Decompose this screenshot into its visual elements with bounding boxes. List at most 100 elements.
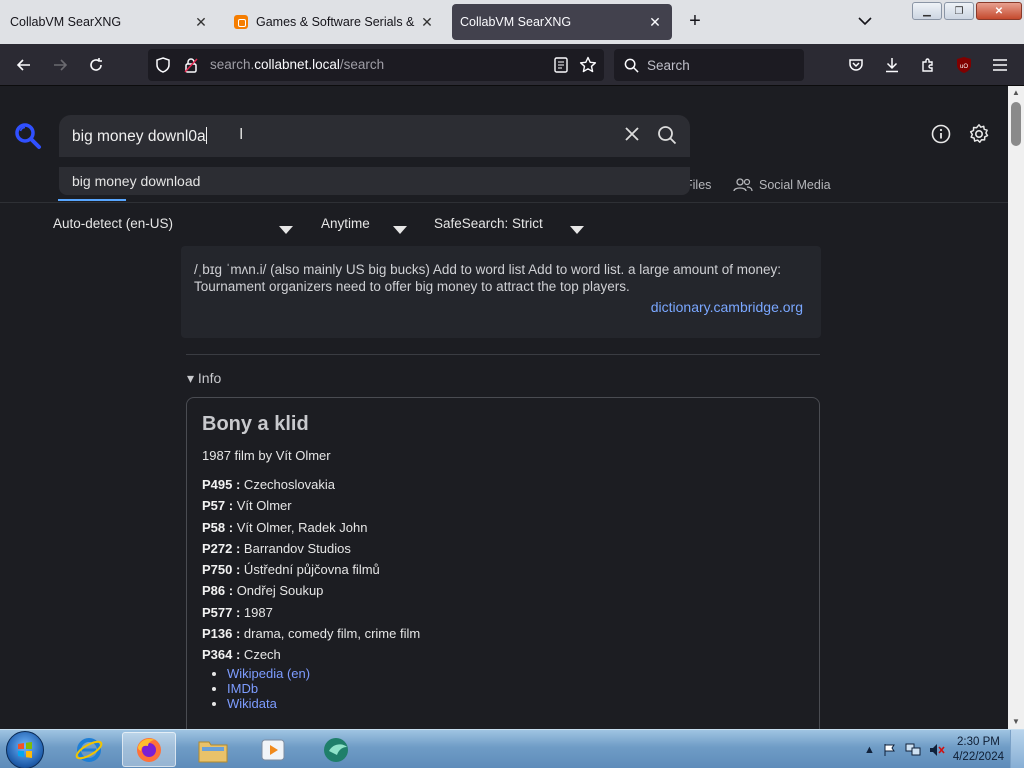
list-all-tabs-button[interactable]	[855, 10, 875, 32]
tracking-protection-shield-icon[interactable]	[154, 56, 172, 74]
infobox-attributes: P495 : Czechoslovakia P57 : Vít Olmer P5…	[202, 474, 802, 666]
ublock-origin-button[interactable]: uO	[952, 53, 976, 77]
query-text[interactable]: big money downl0a	[72, 127, 207, 146]
answer-box: /ˌbɪɡ ˈmʌn.i/ (also mainly US big bucks)…	[181, 246, 821, 338]
start-button[interactable]	[6, 731, 44, 768]
preferences-button[interactable]	[968, 123, 990, 145]
arrow-left-icon	[16, 59, 30, 71]
attribute-row: P750 : Ústřední půjčovna filmů	[202, 559, 802, 580]
search-icon	[624, 58, 639, 73]
dropdown-arrow-icon	[570, 226, 584, 234]
safesearch-value: SafeSearch: Strict	[434, 216, 543, 231]
attribute-row: P272 : Barrandov Studios	[202, 538, 802, 559]
clear-search-button[interactable]	[625, 125, 639, 146]
bookmark-star-icon[interactable]	[579, 56, 597, 74]
wikidata-link[interactable]: Wikidata	[227, 696, 277, 711]
info-icon	[931, 124, 951, 144]
volume-muted-icon[interactable]	[929, 743, 945, 757]
url-bar[interactable]: search.collabnet.local/search	[148, 49, 604, 81]
active-category-underline	[58, 199, 126, 201]
restore-button[interactable]: ❐	[944, 2, 974, 20]
forward-button[interactable]	[48, 53, 72, 77]
attribute-key: P58 :	[202, 519, 234, 535]
search-placeholder: Search	[647, 57, 690, 73]
time-range-value: Anytime	[321, 216, 370, 231]
infobox-toggle[interactable]: ▾ Info	[187, 370, 221, 387]
svg-text:uO: uO	[960, 64, 968, 70]
infobox-link-item: Wikidata	[227, 696, 310, 711]
downloads-button[interactable]	[880, 53, 904, 77]
puzzle-piece-icon	[922, 58, 933, 72]
category-label: Social Media	[759, 178, 831, 192]
people-icon	[733, 178, 753, 192]
browser-search-bar[interactable]: Search	[614, 49, 804, 81]
search-query-field[interactable]: big money downl0a I	[59, 115, 690, 157]
tab-2[interactable]: Games & Software Serials & Lic ✕	[226, 4, 444, 40]
back-button[interactable]	[12, 53, 36, 77]
app-menu-button[interactable]	[988, 53, 1012, 77]
action-center-flag-icon[interactable]	[883, 743, 897, 757]
tab-3-active[interactable]: CollabVM SearXNG ✕	[452, 4, 672, 40]
attribute-value: Ústřední půjčovna filmů	[240, 562, 380, 578]
close-tab-icon[interactable]: ✕	[418, 13, 436, 31]
attribute-row: P495 : Czechoslovakia	[202, 474, 802, 495]
folder-icon	[198, 741, 228, 762]
scroll-up-arrow-icon[interactable]: ▲	[1011, 88, 1021, 98]
search-header: big money downl0a I Files Social Media b…	[0, 86, 1008, 203]
dropdown-arrow-icon	[393, 226, 407, 234]
scrollbar-thumb[interactable]	[1011, 102, 1021, 146]
reload-button[interactable]	[84, 53, 108, 77]
arrow-right-icon	[54, 59, 68, 71]
close-tab-icon[interactable]: ✕	[192, 13, 210, 31]
lock-icon[interactable]	[182, 56, 200, 74]
answer-source-link[interactable]: dictionary.cambridge.org	[651, 299, 803, 316]
taskbar-collabvm[interactable]	[310, 732, 364, 767]
attribute-value: Czech	[240, 647, 281, 663]
attribute-row: P577 : 1987	[202, 602, 802, 623]
time-range-select[interactable]: Anytime	[321, 216, 409, 234]
wikipedia-link[interactable]: Wikipedia (en)	[227, 666, 310, 681]
autocomplete-suggestion[interactable]: big money download	[72, 173, 677, 189]
attribute-row: P57 : Vít Olmer	[202, 495, 802, 516]
new-tab-button[interactable]: +	[684, 10, 706, 32]
attribute-value: Czechoslovakia	[240, 477, 335, 492]
infobox-link-item: IMDb	[227, 681, 310, 696]
minimize-button[interactable]: ▁	[912, 2, 942, 20]
extensions-button[interactable]	[916, 53, 940, 77]
answer-text: /ˌbɪɡ ˈmʌn.i/ (also mainly US big bucks)…	[194, 262, 782, 294]
close-window-button[interactable]: ✕	[976, 2, 1022, 20]
infobox-title: Bony a klid	[202, 413, 309, 435]
scroll-down-arrow-icon[interactable]: ▼	[1011, 717, 1021, 727]
category-tab-social-media[interactable]: Social Media	[733, 178, 831, 192]
language-select[interactable]: Auto-detect (en-US)	[53, 216, 297, 234]
clock-time: 2:30 PM	[957, 735, 1000, 748]
attribute-key: P272 :	[202, 540, 241, 556]
submit-search-button[interactable]	[657, 125, 677, 148]
search-icon	[658, 126, 677, 145]
pocket-button[interactable]	[844, 53, 868, 77]
reader-view-icon[interactable]	[552, 56, 570, 74]
taskbar-media-player[interactable]	[246, 732, 300, 767]
tab-title: Games & Software Serials & Lic	[256, 15, 418, 29]
network-icon[interactable]	[905, 743, 921, 757]
close-tab-icon[interactable]: ✕	[646, 13, 664, 31]
attribute-row: P364 : Czech	[202, 644, 802, 665]
blogger-favicon-icon	[234, 15, 248, 29]
tab-1[interactable]: CollabVM SearXNG ✕	[2, 4, 218, 40]
taskbar-internet-explorer[interactable]	[62, 732, 116, 767]
searxng-logo-icon[interactable]	[14, 122, 42, 150]
attribute-value: Vít Olmer	[233, 498, 292, 514]
about-button[interactable]	[930, 123, 952, 145]
autocomplete-dropdown: big money download	[59, 167, 690, 195]
imdb-link[interactable]: IMDb	[227, 681, 258, 696]
taskbar-clock[interactable]: 2:30 PM 4/22/2024	[953, 735, 1004, 765]
attribute-key: P57 :	[202, 498, 234, 514]
url-path: /search	[339, 57, 385, 72]
show-hidden-icons-icon[interactable]: ▲	[864, 744, 875, 756]
taskbar-firefox[interactable]	[122, 732, 176, 767]
close-icon	[625, 127, 639, 141]
safesearch-select[interactable]: SafeSearch: Strict	[434, 216, 586, 234]
show-desktop-button[interactable]	[1010, 730, 1024, 768]
page-scrollbar[interactable]: ▲ ▼	[1008, 86, 1024, 729]
taskbar-file-explorer[interactable]	[186, 732, 240, 767]
